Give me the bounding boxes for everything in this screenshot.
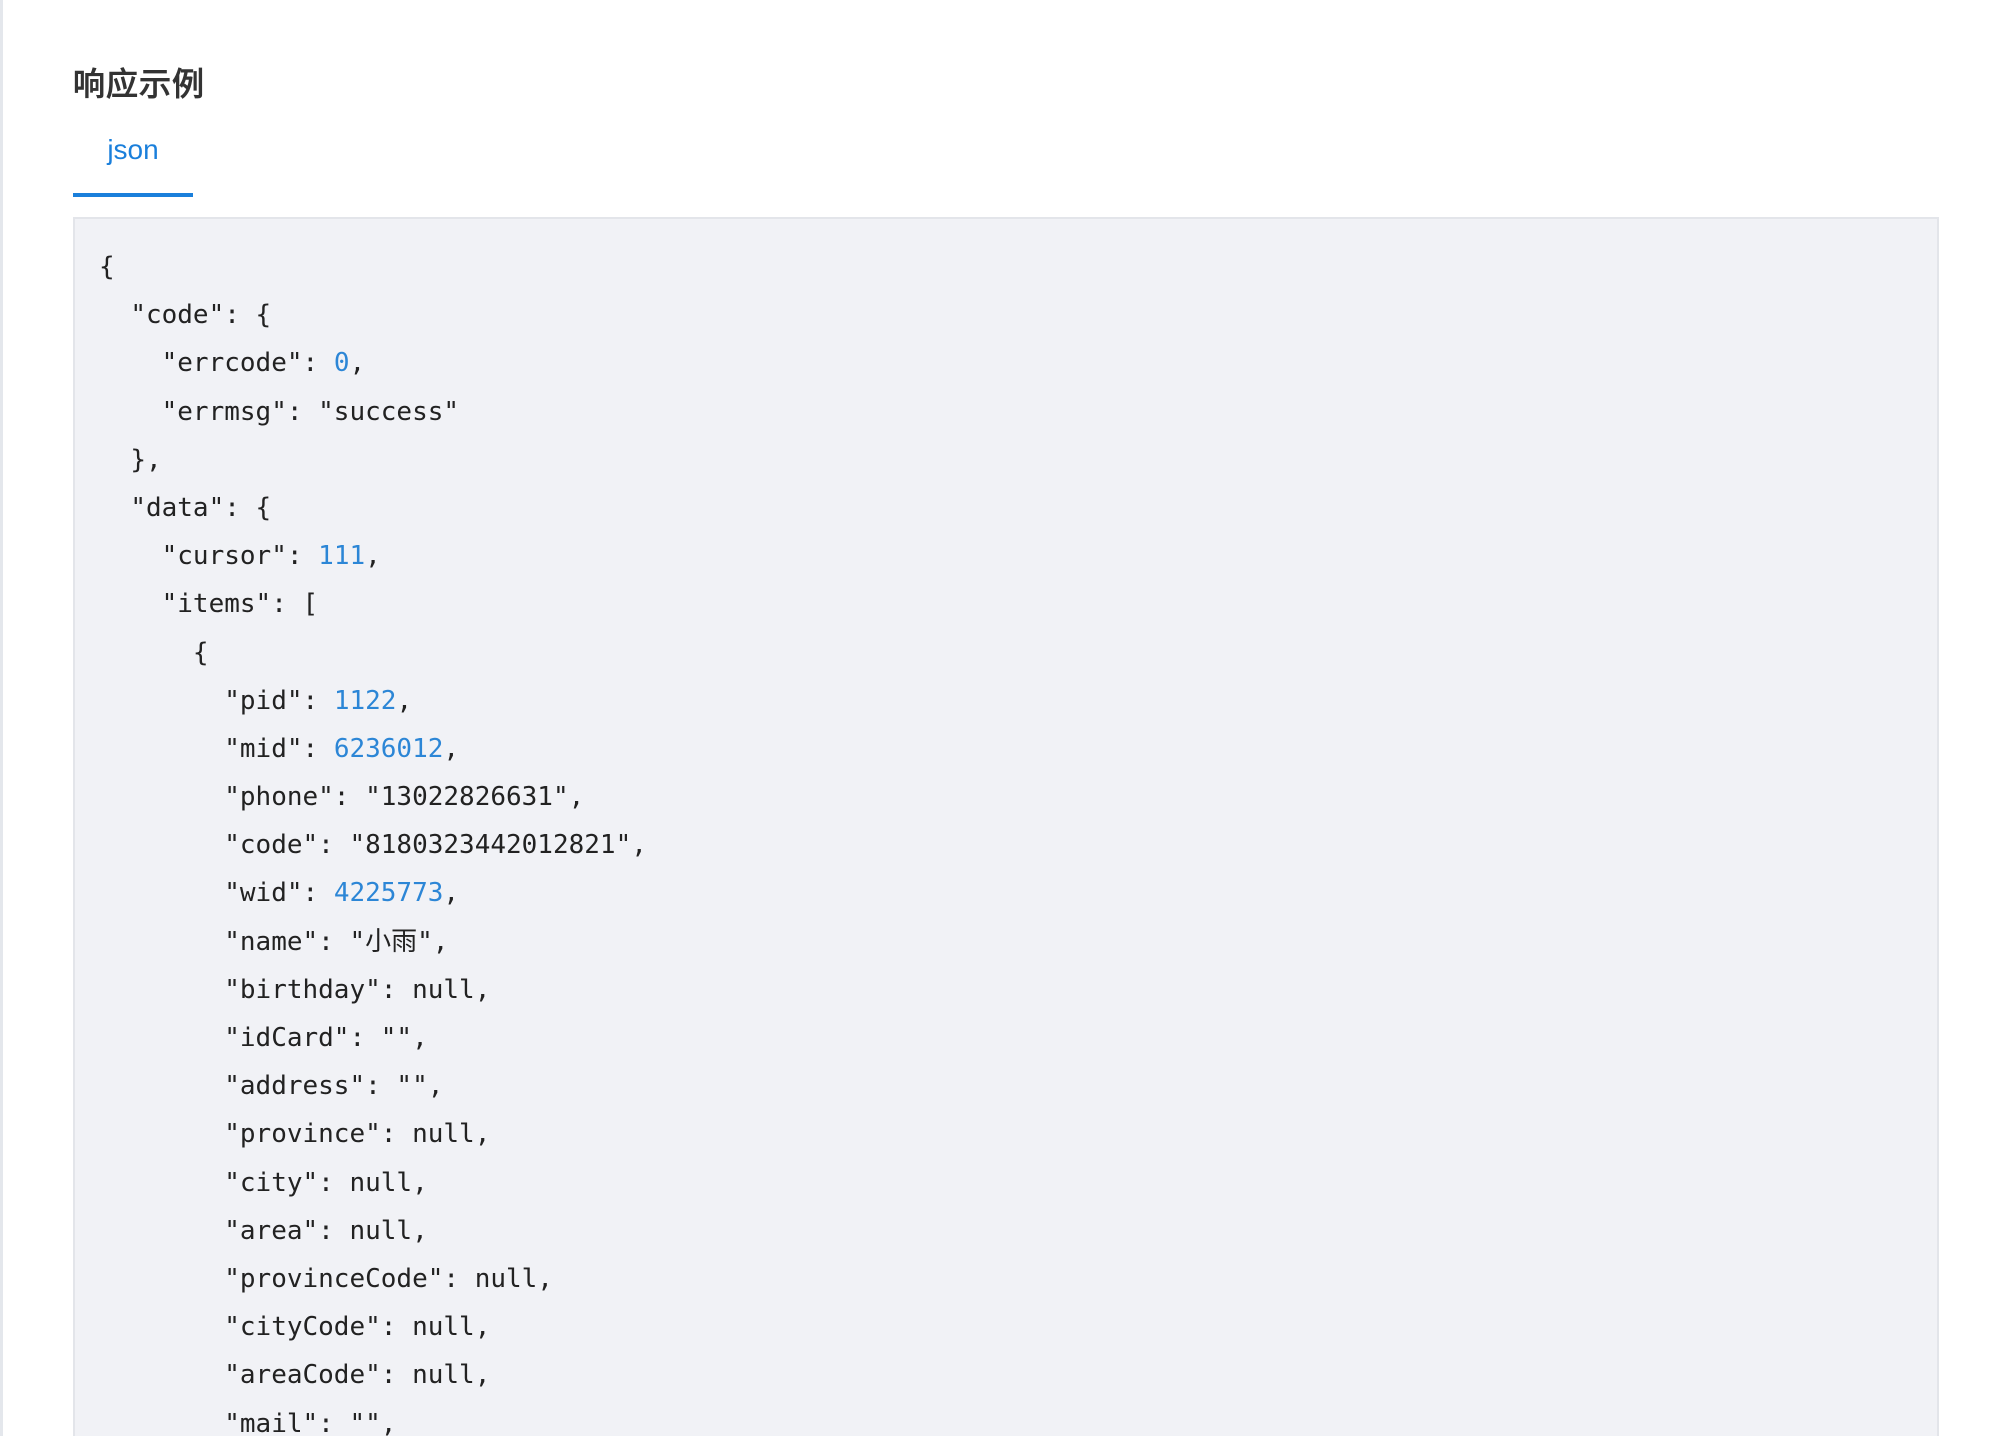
code-line: "errcode": 0, bbox=[99, 339, 647, 387]
code-number-token: 4225773 bbox=[333, 878, 444, 909]
json-code-block[interactable]: { "code": { "errcode": 0, "errmsg": "suc… bbox=[99, 243, 647, 1436]
code-text-token: "birthday": null, bbox=[224, 974, 491, 1005]
code-text-token: "code": { bbox=[130, 300, 272, 331]
code-line: "mail": "", bbox=[99, 1400, 647, 1436]
code-text-token: { bbox=[192, 637, 209, 668]
code-text-token: , bbox=[365, 541, 381, 572]
code-text-token: "city": null, bbox=[224, 1167, 428, 1198]
code-line: "wid": 4225773, bbox=[99, 869, 647, 917]
code-line: "area": null, bbox=[99, 1207, 647, 1255]
code-text-token: , bbox=[443, 878, 460, 909]
code-text-token: "cursor": bbox=[161, 541, 319, 572]
format-tabs: json bbox=[73, 124, 1931, 197]
code-text-token: "phone": "13022826631", bbox=[224, 782, 585, 813]
code-text-token: "address": "", bbox=[224, 1071, 444, 1102]
code-line: "city": null, bbox=[99, 1159, 647, 1207]
code-text-token: , bbox=[396, 685, 413, 716]
code-text-token: "mid": bbox=[224, 733, 334, 764]
code-line: "provinceCode": null, bbox=[99, 1255, 647, 1303]
code-text-token: }, bbox=[130, 444, 162, 475]
code-line: "code": { bbox=[99, 291, 647, 339]
code-line: "cityCode": null, bbox=[99, 1303, 647, 1351]
tab-json-label: json bbox=[107, 134, 159, 165]
code-line: "phone": "13022826631", bbox=[99, 773, 647, 821]
code-text-token: "name": "小雨", bbox=[224, 926, 449, 957]
code-panel[interactable]: { "code": { "errcode": 0, "errmsg": "suc… bbox=[73, 217, 1939, 1436]
code-text-token: "area": null, bbox=[224, 1215, 428, 1246]
code-line: "province": null, bbox=[99, 1110, 647, 1158]
code-text-token: "errcode": bbox=[161, 348, 334, 379]
code-text-token: "pid": bbox=[224, 685, 334, 716]
code-line: "idCard": "", bbox=[99, 1014, 647, 1062]
tab-active-indicator bbox=[73, 193, 193, 197]
tab-json[interactable]: json bbox=[73, 124, 193, 197]
code-text-token: "areaCode": null, bbox=[224, 1360, 491, 1391]
code-line: "name": "小雨", bbox=[99, 918, 647, 966]
code-number-token: 0 bbox=[333, 348, 350, 379]
code-line: "items": [ bbox=[99, 580, 647, 628]
code-line: "mid": 6236012, bbox=[99, 725, 647, 773]
code-line: "data": { bbox=[99, 484, 647, 532]
code-text-token: , bbox=[349, 348, 366, 379]
code-line: "pid": 1122, bbox=[99, 677, 647, 725]
code-line: "address": "", bbox=[99, 1062, 647, 1110]
code-number-token: 1122 bbox=[333, 685, 397, 716]
code-text-token: "data": { bbox=[130, 492, 272, 523]
code-line: "birthday": null, bbox=[99, 966, 647, 1014]
code-line: "code": "8180323442012821", bbox=[99, 821, 647, 869]
response-example-page: 响应示例 json { "code": { "errcode": 0, "err… bbox=[0, 0, 1996, 1436]
code-text-token: , bbox=[443, 733, 460, 764]
code-text-token: "provinceCode": null, bbox=[224, 1263, 553, 1294]
code-line: { bbox=[99, 629, 647, 677]
code-text-token: "code": "8180323442012821", bbox=[224, 830, 647, 861]
code-text-token: "cityCode": null, bbox=[224, 1312, 491, 1343]
code-text-token: "wid": bbox=[224, 878, 334, 909]
code-text-token: "province": null, bbox=[224, 1119, 491, 1150]
section-title: 响应示例 bbox=[73, 65, 206, 103]
code-text-token: "mail": "", bbox=[224, 1408, 397, 1436]
code-line: "cursor": 111, bbox=[99, 532, 647, 580]
code-number-token: 111 bbox=[318, 541, 366, 572]
code-line: }, bbox=[99, 436, 647, 484]
code-text-token: "errmsg": "success" bbox=[161, 396, 460, 427]
code-number-token: 6236012 bbox=[333, 733, 444, 764]
code-text-token: "items": [ bbox=[161, 589, 319, 620]
code-text-token: { bbox=[99, 252, 115, 282]
code-text-token: "idCard": "", bbox=[224, 1023, 428, 1053]
code-line: { bbox=[99, 243, 647, 291]
code-line: "areaCode": null, bbox=[99, 1351, 647, 1399]
code-line: "errmsg": "success" bbox=[99, 388, 647, 436]
